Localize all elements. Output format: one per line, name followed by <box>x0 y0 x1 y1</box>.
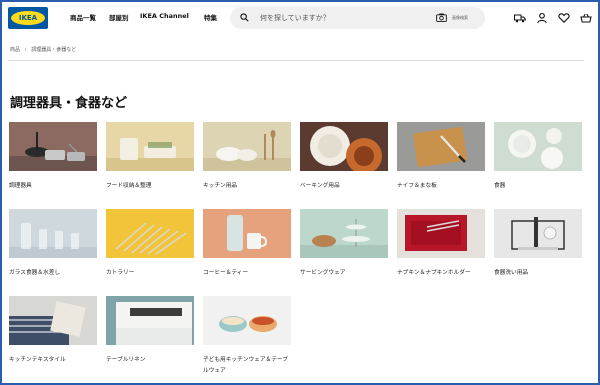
category-label[interactable]: 食器洗い用品 <box>494 268 584 279</box>
category-label[interactable]: カトラリー <box>106 268 196 279</box>
search-icon <box>240 13 249 22</box>
category-label[interactable]: ベーキング用品 <box>300 181 390 192</box>
camera-icon[interactable] <box>436 13 447 22</box>
category-image[interactable] <box>9 209 97 258</box>
nav-item-features[interactable]: 特集 <box>204 12 217 22</box>
chevron-right-icon: › <box>24 47 27 53</box>
divider <box>8 60 584 61</box>
breadcrumb-item-current: 調理器具・食器など <box>31 47 77 53</box>
nav-item-ikea-channel[interactable]: IKEA Channel <box>140 12 189 20</box>
category-image[interactable] <box>106 296 194 345</box>
category-label[interactable]: ガラス食器＆水差し <box>9 268 99 279</box>
logo-oval: IKEA <box>11 11 45 25</box>
logo-text: IKEA <box>18 14 38 22</box>
category-label[interactable]: キッチン用品 <box>203 181 293 192</box>
category-image[interactable] <box>203 209 291 258</box>
category-image[interactable] <box>203 122 291 171</box>
header: IKEA 商品一覧 部屋別 IKEA Channel 特集 何を探していますか？… <box>8 6 592 30</box>
category-image[interactable] <box>397 122 485 171</box>
search-input[interactable]: 何を探していますか？ <box>260 13 330 23</box>
nav-item-products[interactable]: 商品一覧 <box>70 12 96 22</box>
breadcrumb: 商品 › 調理器具・食器など <box>10 46 76 53</box>
category-label[interactable]: 子ども用キッチンウェア＆テーブルウェア <box>203 355 293 377</box>
category-label[interactable]: キッチンテキスタイル <box>9 355 99 366</box>
search-bar[interactable]: 何を探していますか？ 画像検索 <box>230 7 485 29</box>
category-image[interactable] <box>300 209 388 258</box>
category-image[interactable] <box>106 209 194 258</box>
user-icon[interactable] <box>536 12 548 24</box>
page-title: 調理器具・食器など <box>10 96 128 111</box>
category-label[interactable]: フード収納＆整理 <box>106 181 196 192</box>
category-image[interactable] <box>9 296 97 345</box>
category-label[interactable]: ナイフ＆まな板 <box>397 181 487 192</box>
category-image[interactable] <box>494 209 582 258</box>
category-label[interactable]: コーヒー＆ティー <box>203 268 293 279</box>
category-label[interactable]: 食器 <box>494 181 584 192</box>
category-label[interactable]: サービングウェア <box>300 268 390 279</box>
heart-icon[interactable] <box>558 12 570 24</box>
nav-item-rooms[interactable]: 部屋別 <box>109 12 129 22</box>
breadcrumb-item-products[interactable]: 商品 <box>10 47 20 53</box>
category-image[interactable] <box>9 122 97 171</box>
category-image[interactable] <box>106 122 194 171</box>
category-label[interactable]: ナプキン＆ナプキンホルダー <box>397 268 487 279</box>
image-search-label[interactable]: 画像検索 <box>452 15 468 21</box>
category-image[interactable] <box>397 209 485 258</box>
category-label[interactable]: テーブルリネン <box>106 355 196 366</box>
category-label[interactable]: 調理器具 <box>9 181 99 192</box>
category-image[interactable] <box>494 122 582 171</box>
basket-icon[interactable] <box>580 12 592 24</box>
ikea-logo[interactable]: IKEA <box>8 7 48 29</box>
category-image[interactable] <box>300 122 388 171</box>
category-image[interactable] <box>203 296 291 345</box>
truck-icon[interactable] <box>514 12 526 24</box>
